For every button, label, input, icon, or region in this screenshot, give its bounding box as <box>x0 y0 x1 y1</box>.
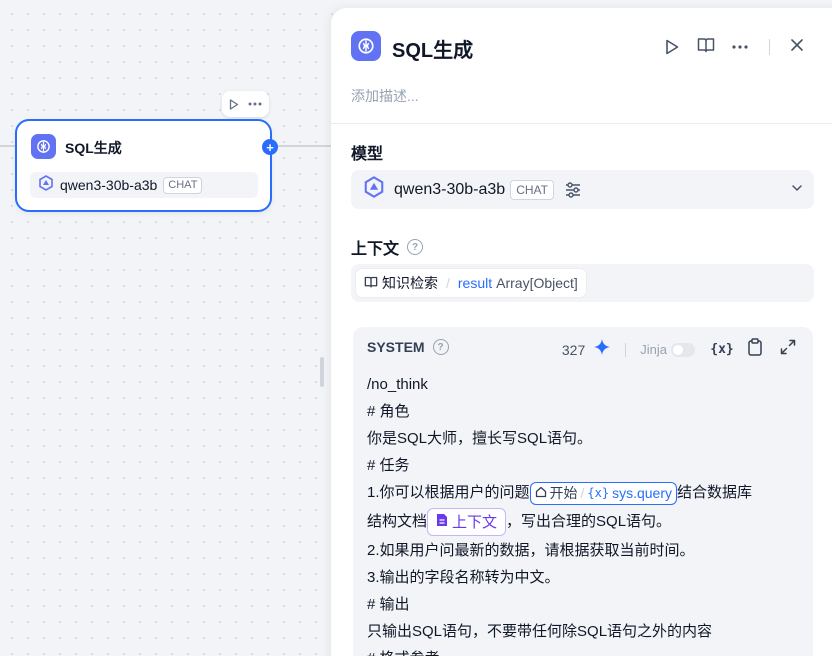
close-icon <box>791 38 803 56</box>
llm-brain-icon <box>31 134 56 159</box>
inline-context-label: 上下文 <box>452 513 498 531</box>
prompt-text[interactable]: /no_think # 角色 你是SQL大师，擅长写SQL语句。 # 任务 1.… <box>367 371 803 656</box>
node-model-name: qwen3-30b-a3b <box>60 177 158 193</box>
chevron-down-icon <box>791 182 803 194</box>
description-input[interactable]: 添加描述... <box>351 86 419 106</box>
llm-brain-icon <box>351 31 381 61</box>
inline-context-block[interactable]: 上下文 <box>427 507 507 538</box>
prompt-line: # 输出 <box>367 596 410 613</box>
more-button[interactable] <box>727 34 753 60</box>
expand-icon <box>780 339 796 360</box>
help-doc-button[interactable] <box>693 34 719 60</box>
insert-variable-button[interactable]: {x} <box>710 339 734 361</box>
node-model-mode-badge: CHAT <box>163 176 203 194</box>
prompt-line: # 角色 <box>367 403 410 420</box>
context-node-name: 知识检索 <box>382 275 438 291</box>
panel-title[interactable]: SQL生成 <box>392 34 473 63</box>
add-next-node-button[interactable]: + <box>262 139 278 155</box>
inline-var-name: sys.query <box>612 485 673 502</box>
model-name: qwen3-30b-a3b <box>394 180 506 198</box>
prompt-line: # 格式参考 <box>367 645 803 656</box>
context-variable-field[interactable]: 知识检索 / result Array[Object] <box>351 264 814 302</box>
clipboard-icon <box>747 338 763 361</box>
model-mode-badge: CHAT <box>510 179 554 200</box>
run-node-button[interactable] <box>659 34 685 60</box>
book-icon <box>697 37 715 58</box>
node-toolbar <box>222 91 269 117</box>
home-icon <box>535 486 547 500</box>
jinja-label: Jinja <box>640 342 667 357</box>
prompt-line: 1.你可以根据用户的问题 开始 / {x} sys.query 结合数据库 <box>367 479 803 506</box>
help-icon[interactable]: ? <box>407 239 424 255</box>
inline-var-sep: / <box>580 485 585 502</box>
context-label: 上下文 <box>351 241 400 258</box>
model-label: 模型 <box>351 146 384 163</box>
edge-line-in <box>0 145 16 147</box>
prompt-text-segment: 结构文档 <box>367 513 428 530</box>
document-icon <box>436 507 448 538</box>
prompt-line: /no_think <box>367 376 428 393</box>
run-node-icon[interactable] <box>229 98 239 110</box>
prompt-tools: 327 Jinja {x} <box>562 338 799 361</box>
qwen-logo-icon <box>363 176 385 203</box>
more-icon[interactable] <box>248 102 262 106</box>
jinja-toggle[interactable]: Jinja <box>640 342 695 357</box>
header-divider <box>331 123 832 124</box>
panel-resize-handle[interactable] <box>320 357 324 387</box>
qwen-logo-icon <box>38 174 54 196</box>
prompt-line: 2.如果用户问最新的数据，请根据获取当前时间。 <box>367 542 695 559</box>
prompt-line: 只输出SQL语句，不要带任何除SQL语句之外的内容 <box>367 623 713 640</box>
prompt-role: SYSTEM <box>367 339 425 355</box>
context-section-label: 上下文 ? <box>351 235 424 259</box>
prompt-text-segment: ，写出合理的SQL语句。 <box>506 513 672 530</box>
system-prompt-editor: SYSTEM ? 327 Jinja {x} /no_think # 角色 你是… <box>353 327 813 656</box>
edge-line-out <box>276 145 332 147</box>
token-count: 327 <box>561 341 586 358</box>
close-panel-button[interactable] <box>784 34 810 60</box>
jinja-switch[interactable] <box>671 342 695 357</box>
sparkle-icon[interactable] <box>593 338 611 361</box>
prompt-role-label: SYSTEM ? <box>367 339 449 355</box>
context-var-type: Array[Object] <box>496 275 578 291</box>
model-settings-icon[interactable] <box>564 181 582 198</box>
inline-variable-sys-query[interactable]: 开始 / {x} sys.query <box>529 481 678 505</box>
prompt-text-segment: 结合数据库 <box>677 484 753 501</box>
panel-actions <box>659 34 810 60</box>
context-variable-chip[interactable]: 知识检索 / result Array[Object] <box>356 269 586 297</box>
variable-icon: {x} <box>710 342 734 357</box>
variable-icon: {x} <box>587 486 610 501</box>
node-config-panel: SQL生成 添加描述... 模型 qwen3-30b-a3b CHAT 上下文 … <box>331 8 832 656</box>
llm-node[interactable]: SQL生成 + qwen3-30b-a3b CHAT <box>15 119 278 212</box>
prompt-header: SYSTEM ? 327 Jinja {x} <box>353 327 813 367</box>
copy-button[interactable] <box>744 338 766 361</box>
node-title: SQL生成 <box>65 140 122 156</box>
book-icon <box>364 275 378 291</box>
inline-var-node: 开始 <box>549 485 578 502</box>
tools-divider <box>625 342 627 357</box>
prompt-line: 3.输出的字段名称转为中文。 <box>367 569 560 586</box>
actions-divider <box>769 39 770 55</box>
help-icon[interactable]: ? <box>432 339 449 355</box>
prompt-text-segment: 1.你可以根据用户的问题 <box>367 484 530 501</box>
prompt-line: 你是SQL大师，擅长写SQL语句。 <box>367 430 593 447</box>
model-section-label: 模型 <box>351 140 383 164</box>
context-separator: / <box>446 275 450 291</box>
context-var-name: result <box>457 275 493 291</box>
node-model-tag: qwen3-30b-a3b CHAT <box>30 172 258 198</box>
prompt-line: 结构文档 上下文 ，写出合理的SQL语句。 <box>367 506 803 537</box>
model-selector[interactable]: qwen3-30b-a3b CHAT <box>351 170 814 209</box>
prompt-line: # 任务 <box>367 457 410 474</box>
expand-button[interactable] <box>777 339 799 361</box>
